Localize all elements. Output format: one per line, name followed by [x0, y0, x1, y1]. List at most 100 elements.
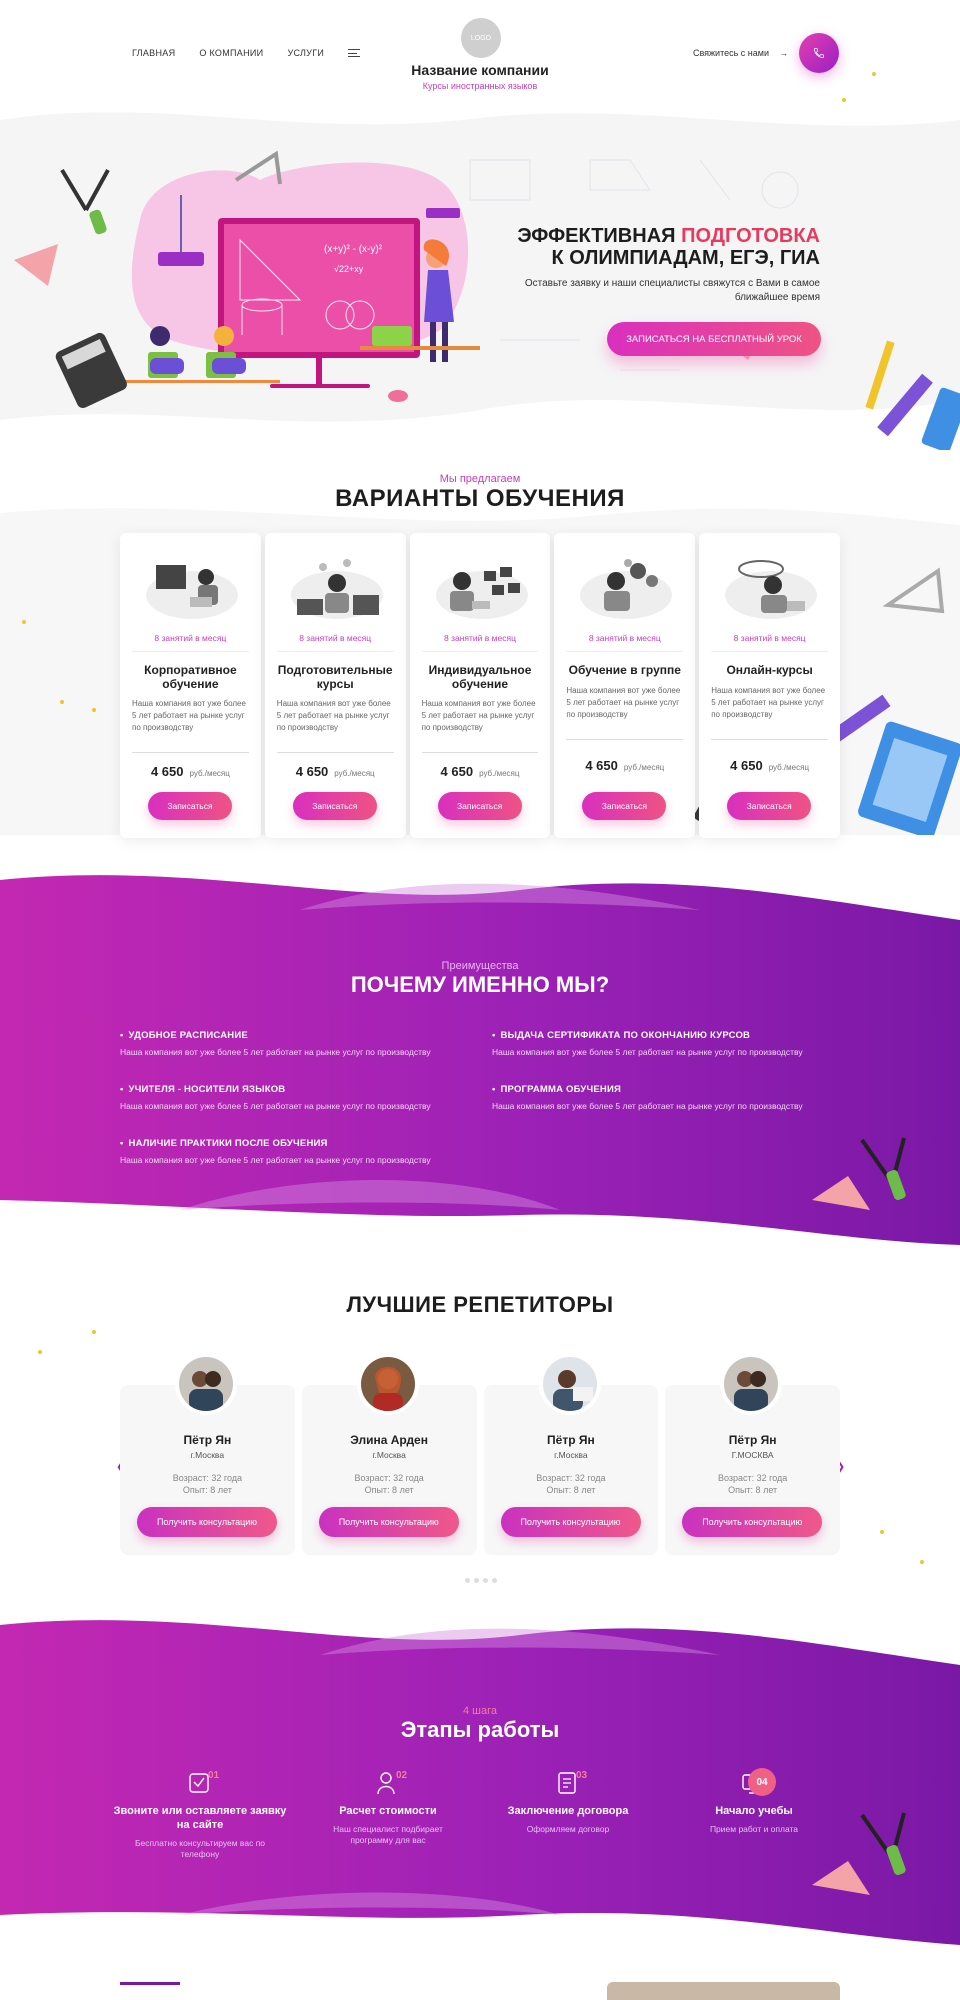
- course-description: Наша компания вот уже более 5 лет работа…: [566, 686, 681, 719]
- advantage-item: УЧИТЕЛЯ - НОСИТЕЛИ ЯЗЫКОВ Наша компания в…: [120, 1084, 431, 1111]
- course-title: Корпоративное обучение: [144, 663, 237, 691]
- consult-button[interactable]: Получить консультацию: [500, 1507, 641, 1537]
- course-price: 4 650 руб./месяц: [410, 764, 551, 779]
- corporate-illustration-icon: [146, 565, 238, 619]
- courses-kicker: Мы предлагаем: [439, 473, 521, 485]
- advantage-title: НАЛИЧИЕ ПРАКТИКИ ПОСЛЕ ОБУЧЕНИЯ: [120, 1138, 431, 1149]
- course-description: Наша компания вот уже более 5 лет работа…: [132, 699, 246, 732]
- free-lesson-button[interactable]: ЗАПИСАТЬСЯ НА БЕСПЛАТНЫЙ УРОК: [607, 322, 821, 356]
- course-description: Наша компания вот уже более 5 лет работа…: [421, 699, 536, 732]
- price-unit: руб./месяц: [189, 769, 230, 778]
- footer-accent-line: [120, 1982, 180, 1985]
- contact-link[interactable]: Свяжитесь с нами →: [693, 48, 788, 58]
- price-unit: руб./месяц: [479, 769, 520, 778]
- course-price: 4 650 руб./месяц: [265, 764, 406, 779]
- enroll-button[interactable]: Записаться: [727, 792, 812, 820]
- carousel-dots: [465, 1578, 497, 1583]
- divider: [276, 752, 394, 753]
- tutor-city: Г.МОСКВА: [731, 1450, 774, 1460]
- why-section: Преимущества ПОЧЕМУ ИМЕННО МЫ? УДОБНОЕ Р…: [0, 870, 960, 1245]
- price-value: 4 650: [585, 758, 618, 773]
- step-title: Звоните или оставляете заявку на сайте: [113, 1805, 287, 1831]
- tutor-name: Пётр Ян: [547, 1433, 595, 1447]
- lessons-per-month: 8 занятий в месяц: [733, 633, 806, 643]
- consult-button[interactable]: Получить консультацию: [682, 1507, 823, 1537]
- carousel-dot[interactable]: [474, 1578, 479, 1583]
- phone-button[interactable]: [799, 33, 839, 73]
- tutors-carousel: Пётр Ян г.Москва Возраст: 32 года Опыт: …: [120, 1357, 840, 1555]
- advantage-desc: Наша компания вот уже более 5 лет работа…: [492, 1101, 803, 1111]
- confetti-dot: [880, 1530, 884, 1534]
- why-kicker: Преимущества: [441, 960, 519, 972]
- advantage-item: УДОБНОЕ РАСПИСАНИЕ Наша компания вот уже …: [120, 1030, 431, 1057]
- carousel-dot[interactable]: [492, 1578, 497, 1583]
- hero-title: ЭФФЕКТИВНАЯ ПОДГОТОВКА К ОЛИМПИАДАМ, ЕГЭ…: [517, 225, 820, 269]
- step-item: 02 Расчет стоимости Наш специалист подби…: [298, 1770, 478, 1846]
- lessons-per-month: 8 занятий в месяц: [444, 633, 516, 643]
- step-title: Расчет стоимости: [339, 1805, 437, 1817]
- step-desc: Бесплатно консультируем вас по телефону: [134, 1838, 266, 1859]
- divider: [132, 752, 249, 753]
- nav-home[interactable]: ГЛАВНАЯ: [132, 48, 175, 58]
- lessons-per-month: 8 занятий в месяц: [154, 633, 227, 643]
- tutor-card: Пётр Ян Г.МОСКВА Возраст: 32 года Опыт: …: [665, 1357, 840, 1555]
- price-unit: руб./месяц: [623, 763, 665, 772]
- avatar: [179, 1357, 233, 1411]
- carousel-dot[interactable]: [483, 1578, 488, 1583]
- books-illustration-icon: [290, 559, 383, 619]
- course-cards: 8 занятий в месяц Корпоративное обучение…: [120, 533, 840, 838]
- advantage-title: ВЫДАЧА СЕРТИФИКАТА ПО ОКОНЧАНИЮ КУРСОВ: [492, 1030, 803, 1041]
- enroll-button[interactable]: Записаться: [292, 792, 377, 820]
- advantage-desc: Наша компания вот уже более 5 лет работа…: [120, 1101, 431, 1111]
- course-card: 8 занятий в месяц Индивидуальное обучени…: [409, 533, 551, 838]
- hero: (x+y)² - (x-y)² √22+xy ЭФФЕКТИВНАЯ ПОДГО…: [0, 100, 960, 450]
- consult-button[interactable]: Получить консультацию: [318, 1507, 459, 1537]
- advantage-item: НАЛИЧИЕ ПРАКТИКИ ПОСЛЕ ОБУЧЕНИЯ Наша комп…: [120, 1138, 431, 1165]
- course-card: 8 занятий в месяц Онлайн-курсы Наша комп…: [699, 533, 840, 838]
- enroll-button[interactable]: Записаться: [437, 792, 522, 820]
- advantage-item: ПРОГРАММА ОБУЧЕНИЯ Наша компания вот уже …: [492, 1084, 803, 1111]
- footer-photo: [607, 1982, 840, 2000]
- price-value: 4 650: [295, 764, 329, 779]
- divider: [711, 739, 828, 740]
- course-title: Подготовительные курсы: [277, 663, 393, 691]
- confetti-dot: [38, 1350, 42, 1354]
- tutor-city: г.Москва: [372, 1450, 406, 1460]
- avatar: [542, 1357, 597, 1411]
- course-title: Индивидуальное обучение: [428, 663, 532, 691]
- tutor-age: Возраст: 32 года: [717, 1473, 788, 1483]
- enroll-button[interactable]: Записаться: [148, 792, 232, 820]
- course-description: Наша компания вот уже более 5 лет работа…: [276, 699, 391, 732]
- nav-services[interactable]: УСЛУГИ: [287, 48, 324, 58]
- step-item: 01 Звоните или оставляете заявку на сайт…: [110, 1770, 290, 1860]
- nav-about[interactable]: О КОМПАНИИ: [199, 48, 263, 58]
- main-nav: ГЛАВНАЯ О КОМПАНИИ УСЛУГИ: [132, 48, 361, 58]
- enroll-button[interactable]: Записаться: [582, 792, 667, 820]
- step-desc: Наш специалист подбирает программу для в…: [333, 1824, 443, 1845]
- advantage-title: УДОБНОЕ РАСПИСАНИЕ: [120, 1030, 431, 1041]
- menu-icon[interactable]: [348, 49, 361, 57]
- tutor-experience: Опыт: 8 лет: [728, 1485, 778, 1495]
- consult-button[interactable]: Получить консультацию: [137, 1507, 277, 1537]
- steps-kicker: 4 шага: [462, 1705, 497, 1717]
- calculator-icon: 02: [374, 1770, 407, 1796]
- tutor-experience: Опыт: 8 лет: [546, 1485, 596, 1495]
- tutor-card: Пётр Ян г.Москва Возраст: 32 года Опыт: …: [483, 1357, 659, 1555]
- tutor-card: Пётр Ян г.Москва Возраст: 32 года Опыт: …: [120, 1357, 295, 1555]
- tutor-experience: Опыт: 8 лет: [182, 1485, 232, 1495]
- logo[interactable]: LOGO: [461, 18, 501, 58]
- advantage-item: ВЫДАЧА СЕРТИФИКАТА ПО ОКОНЧАНИЮ КУРСОВ На…: [492, 1030, 803, 1057]
- online-illustration-icon: [725, 560, 818, 619]
- price-unit: руб./месяц: [334, 769, 375, 778]
- step-desc: Оформляем договор: [526, 1824, 610, 1834]
- carousel-dot[interactable]: [465, 1578, 470, 1583]
- step-item: 03 Заключение договора Оформляем договор: [478, 1770, 658, 1835]
- hero-title-accent: ПОДГОТОВКА: [681, 225, 820, 247]
- divider: [421, 752, 539, 753]
- divider: [566, 739, 684, 740]
- course-price: 4 650 руб./месяц: [120, 764, 261, 779]
- step-number: 03: [576, 1770, 588, 1781]
- step-number-badge: 04: [748, 1768, 776, 1796]
- confetti-dot: [92, 1330, 96, 1334]
- confetti-dot: [842, 98, 846, 102]
